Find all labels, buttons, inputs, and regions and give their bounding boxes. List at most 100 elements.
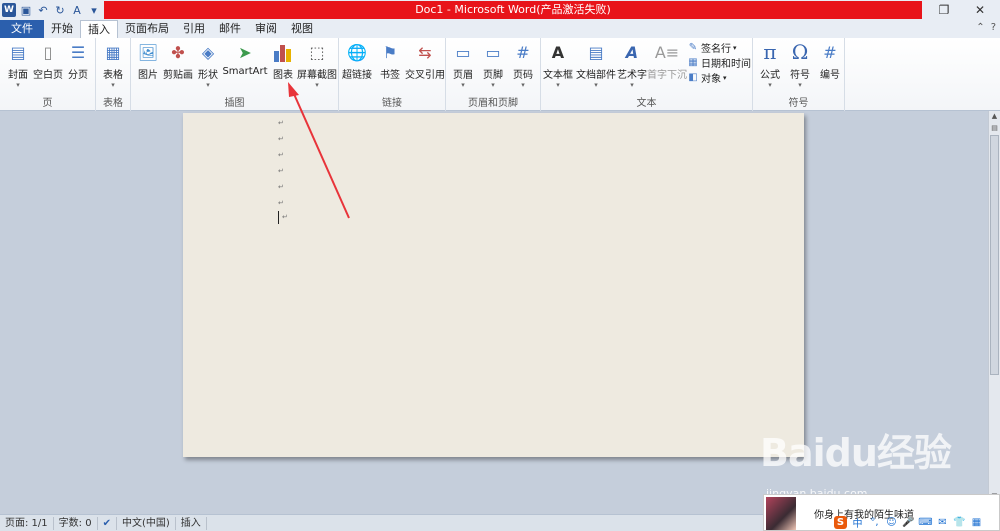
tab-insert[interactable]: 插入 [80, 20, 118, 38]
emoji-icon[interactable]: ☺ [885, 516, 898, 529]
shapes-icon: ◈ [201, 42, 215, 62]
symbol-button[interactable]: Ω 符号 ▾ [784, 40, 816, 89]
page-number-icon: # [516, 42, 530, 62]
restore-icon[interactable]: ❐ [926, 0, 962, 20]
group-label-links: 链接 [382, 98, 402, 109]
close-icon[interactable]: ✕ [962, 0, 998, 20]
clipart-button[interactable]: ✤ 剪贴画 [162, 40, 194, 82]
bookmark-icon: ⚑ [382, 42, 398, 62]
equation-button[interactable]: π 公式 ▾ [754, 40, 786, 89]
paragraph-mark: ↵ [278, 151, 284, 159]
help-icon[interactable]: ? [991, 22, 996, 33]
blank-page-icon: ▯ [43, 42, 53, 62]
cover-page-button[interactable]: ▤ 封面 ▾ [2, 40, 34, 90]
keyboard-icon[interactable]: ⌨ [918, 516, 932, 529]
insert-mode[interactable]: 插入 [176, 516, 207, 530]
screenshot-icon: ⬚ [309, 42, 325, 62]
textbox-button[interactable]: A 文本框 ▾ [542, 40, 574, 90]
screenshot-button[interactable]: ⬚ 屏幕截图 ▾ [297, 40, 337, 90]
proofing-icon: ✔ [102, 517, 111, 529]
drop-cap-button[interactable]: A≡ 首字下沉 [647, 40, 687, 82]
blank-page-button[interactable]: ▯ 空白页 [32, 40, 64, 82]
group-text: A 文本框 ▾ ▤ 文档部件 ▾ A 艺术字 ▾ A≡ 首字下沉 ✎ 签名行 ▾ … [541, 38, 753, 111]
paragraph-mark: ↵ [278, 167, 284, 175]
numbering-button[interactable]: # 编号 [814, 40, 846, 82]
ime-toolbar: 你身上有我的陌生味道 S 中 °, ☺ 🎤 ⌨ ✉ 👕 ▦ [763, 494, 1000, 531]
scroll-up-icon[interactable]: ▲ [989, 111, 1000, 122]
bookmark-button[interactable]: ⚑ 书签 [374, 40, 406, 82]
date-time-button[interactable]: ▦ 日期和时间 [687, 55, 751, 70]
ribbon: ▤ 封面 ▾ ▯ 空白页 ☰ 分页 页 ▦ 表格 ▾ 表格 🖼 图片 ✤ 剪贴画 [0, 38, 1000, 111]
tab-mailings[interactable]: 邮件 [212, 20, 248, 38]
proofing-status[interactable]: ✔ [98, 516, 117, 530]
table-button[interactable]: ▦ 表格 ▾ [97, 40, 129, 90]
group-label-tables: 表格 [103, 98, 123, 109]
format-painter-icon[interactable]: A [70, 3, 84, 17]
clipart-icon: ✤ [171, 42, 185, 62]
tab-references[interactable]: 引用 [176, 20, 212, 38]
undo-icon[interactable]: ↶ [36, 3, 50, 17]
tab-view[interactable]: 视图 [284, 20, 320, 38]
language-indicator[interactable]: 中文(中国) [117, 516, 176, 530]
paragraph-mark: ↵ [278, 119, 284, 127]
chinese-mode-icon[interactable]: 中 [851, 516, 864, 530]
microphone-icon[interactable]: 🎤 [902, 516, 915, 529]
pi-icon: π [763, 40, 777, 64]
toolbox-icon[interactable]: ▦ [970, 516, 983, 529]
ime-bar: S 中 °, ☺ 🎤 ⌨ ✉ 👕 ▦ [834, 516, 983, 530]
group-label-text: 文本 [636, 98, 657, 109]
paragraph-mark: ↵ [278, 135, 284, 143]
group-tables: ▦ 表格 ▾ 表格 [96, 38, 131, 111]
word-count[interactable]: 字数: 0 [54, 516, 98, 530]
page-number-button[interactable]: # 页码 ▾ [507, 40, 539, 90]
tab-home[interactable]: 开始 [44, 20, 80, 38]
shapes-button[interactable]: ◈ 形状 ▾ [192, 40, 224, 90]
group-label-pages: 页 [42, 98, 53, 109]
avatar [766, 497, 796, 530]
wordart-icon: A [625, 42, 639, 62]
footer-icon: ▭ [485, 42, 501, 62]
title-bar: W ▣ ↶ ↻ A ▾ Doc1 - Microsoft Word(产品激活失败… [0, 0, 1000, 20]
footer-button[interactable]: ▭ 页脚 ▾ [477, 40, 509, 90]
save-icon[interactable]: ▣ [19, 3, 33, 17]
scrollbar-thumb[interactable] [990, 135, 999, 375]
tab-review[interactable]: 审阅 [248, 20, 284, 38]
header-icon: ▭ [455, 42, 471, 62]
hyperlink-icon: 🌐 [347, 42, 367, 62]
group-symbols: π 公式 ▾ Ω 符号 ▾ # 编号 符号 [753, 38, 845, 111]
skin-icon[interactable]: 👕 [953, 516, 966, 529]
page-count[interactable]: 页面: 1/1 [0, 516, 54, 530]
vertical-scrollbar[interactable]: ▲ ▤ ▼ [988, 111, 1000, 514]
paragraph-mark: ↵ [278, 183, 284, 191]
wordart-button[interactable]: A 艺术字 ▾ [616, 40, 648, 90]
group-label-symbols: 符号 [788, 98, 809, 109]
redo-icon[interactable]: ↻ [53, 3, 67, 17]
ruler-toggle-icon[interactable]: ▤ [989, 123, 1000, 134]
ribbon-tabs: 文件 开始 插入 页面布局 引用 邮件 审阅 视图 ⌃ ? [0, 20, 1000, 38]
collapse-ribbon-icon[interactable]: ⌃ [976, 22, 984, 33]
chart-button[interactable]: 图表 [267, 40, 299, 81]
tab-page-layout[interactable]: 页面布局 [118, 20, 176, 38]
paragraph-mark: ↵ [278, 199, 284, 207]
document-page[interactable]: ↵ ↵ ↵ ↵ ↵ ↵ ↵ [183, 113, 804, 457]
header-button[interactable]: ▭ 页眉 ▾ [447, 40, 479, 90]
customize-icon[interactable]: ▾ [87, 3, 101, 17]
quick-parts-button[interactable]: ▤ 文档部件 ▾ [576, 40, 616, 90]
object-button[interactable]: ◧ 对象 ▾ [687, 70, 726, 85]
sogou-logo-icon[interactable]: S [834, 516, 847, 529]
picture-button[interactable]: 🖼 图片 [132, 40, 164, 82]
group-label-illustrations: 插图 [224, 98, 245, 109]
paragraph-mark: ↵ [282, 213, 288, 221]
signature-line-button[interactable]: ✎ 签名行 ▾ [687, 40, 737, 55]
hyperlink-button[interactable]: 🌐 超链接 [341, 40, 373, 82]
smartart-button[interactable]: ➤ SmartArt [222, 40, 267, 78]
tab-file[interactable]: 文件 [0, 20, 44, 38]
quick-parts-icon: ▤ [588, 42, 604, 62]
punctuation-icon[interactable]: °, [868, 516, 881, 529]
cross-reference-button[interactable]: ⇆ 交叉引用 [405, 40, 445, 82]
page-break-button[interactable]: ☰ 分页 [62, 40, 94, 82]
word-icon[interactable]: W [2, 3, 16, 17]
chart-icon [271, 40, 295, 64]
group-header-footer: ▭ 页眉 ▾ ▭ 页脚 ▾ # 页码 ▾ 页眉和页脚 [446, 38, 541, 111]
mail-icon[interactable]: ✉ [936, 516, 949, 529]
